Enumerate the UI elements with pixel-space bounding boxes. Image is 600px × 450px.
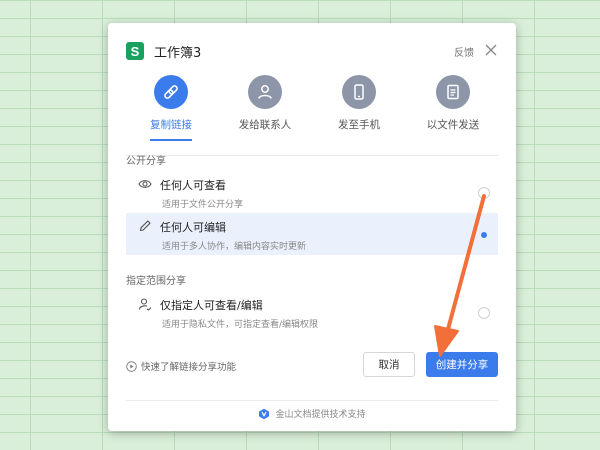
wps-logo-icon: S bbox=[126, 42, 144, 60]
option-specified-people[interactable]: 仅指定人可查看/编辑 适用于隐私文件，可指定查看/编辑权限 bbox=[126, 291, 498, 333]
share-method-tabs: 复制链接 发给联系人 发至手机 以文件发送 bbox=[126, 73, 498, 163]
footer: 金山文档提供技术支持 bbox=[108, 407, 516, 420]
cancel-button[interactable]: 取消 bbox=[363, 352, 415, 377]
tab-label: 以文件发送 bbox=[426, 119, 480, 131]
file-icon bbox=[447, 84, 459, 100]
create-and-share-button[interactable]: 创建并分享 bbox=[426, 352, 498, 377]
tab-send-to-phone[interactable]: 发至手机 bbox=[314, 73, 404, 153]
option-anyone-view[interactable]: 任何人可查看 适用于文件公开分享 bbox=[126, 171, 498, 213]
option-title: 任何人可编辑 bbox=[160, 221, 226, 234]
option-title: 仅指定人可查看/编辑 bbox=[160, 299, 263, 312]
contact-icon bbox=[258, 85, 272, 99]
option-description: 适用于多人协作，编辑内容实时更新 bbox=[162, 242, 307, 252]
radio-anyone-edit[interactable] bbox=[478, 229, 490, 241]
help-link-text: 快速了解链接分享功能 bbox=[141, 362, 237, 373]
feedback-link[interactable]: 反馈 bbox=[454, 44, 474, 59]
section-label-restricted: 指定范围分享 bbox=[126, 276, 186, 287]
help-link[interactable]: 快速了解链接分享功能 bbox=[126, 359, 236, 373]
option-description: 适用于文件公开分享 bbox=[162, 200, 244, 210]
kingsoft-docs-logo-icon bbox=[259, 408, 270, 419]
pencil-icon bbox=[139, 220, 151, 232]
dialog-titlebar: S 工作簿3 反馈 bbox=[126, 41, 498, 61]
tab-label: 发至手机 bbox=[338, 119, 380, 131]
option-title: 任何人可查看 bbox=[160, 179, 226, 192]
phone-icon bbox=[354, 84, 364, 100]
section-label-public: 公开分享 bbox=[126, 156, 166, 167]
option-description: 适用于隐私文件，可指定查看/编辑权限 bbox=[162, 320, 319, 330]
tab-send-as-file[interactable]: 以文件发送 bbox=[408, 73, 498, 153]
footer-divider bbox=[126, 400, 498, 401]
tab-label: 复制链接 bbox=[150, 119, 192, 131]
tab-copy-link[interactable]: 复制链接 bbox=[126, 73, 216, 153]
tabs-divider bbox=[126, 155, 498, 156]
tab-label: 发给联系人 bbox=[238, 119, 292, 131]
play-circle-icon bbox=[126, 360, 137, 372]
radio-anyone-view[interactable] bbox=[478, 187, 490, 199]
tab-icon-circle bbox=[248, 75, 282, 109]
close-icon[interactable] bbox=[484, 43, 498, 57]
person-lock-icon bbox=[138, 298, 152, 311]
link-icon bbox=[164, 85, 178, 99]
active-tab-indicator bbox=[150, 139, 192, 141]
tab-icon-circle bbox=[436, 75, 470, 109]
tab-icon-circle bbox=[342, 75, 376, 109]
tab-icon-circle bbox=[154, 75, 188, 109]
share-dialog: S 工作簿3 反馈 复制链接 发给联系人 发至手机 以文件发送 公开分享 任何人… bbox=[108, 23, 516, 431]
eye-icon bbox=[138, 180, 152, 188]
tab-send-to-contact[interactable]: 发给联系人 bbox=[220, 73, 310, 153]
document-title: 工作簿3 bbox=[154, 45, 202, 61]
option-anyone-edit[interactable]: 任何人可编辑 适用于多人协作，编辑内容实时更新 bbox=[126, 213, 498, 255]
footer-text: 金山文档提供技术支持 bbox=[275, 410, 366, 420]
radio-specified-people[interactable] bbox=[478, 307, 490, 319]
